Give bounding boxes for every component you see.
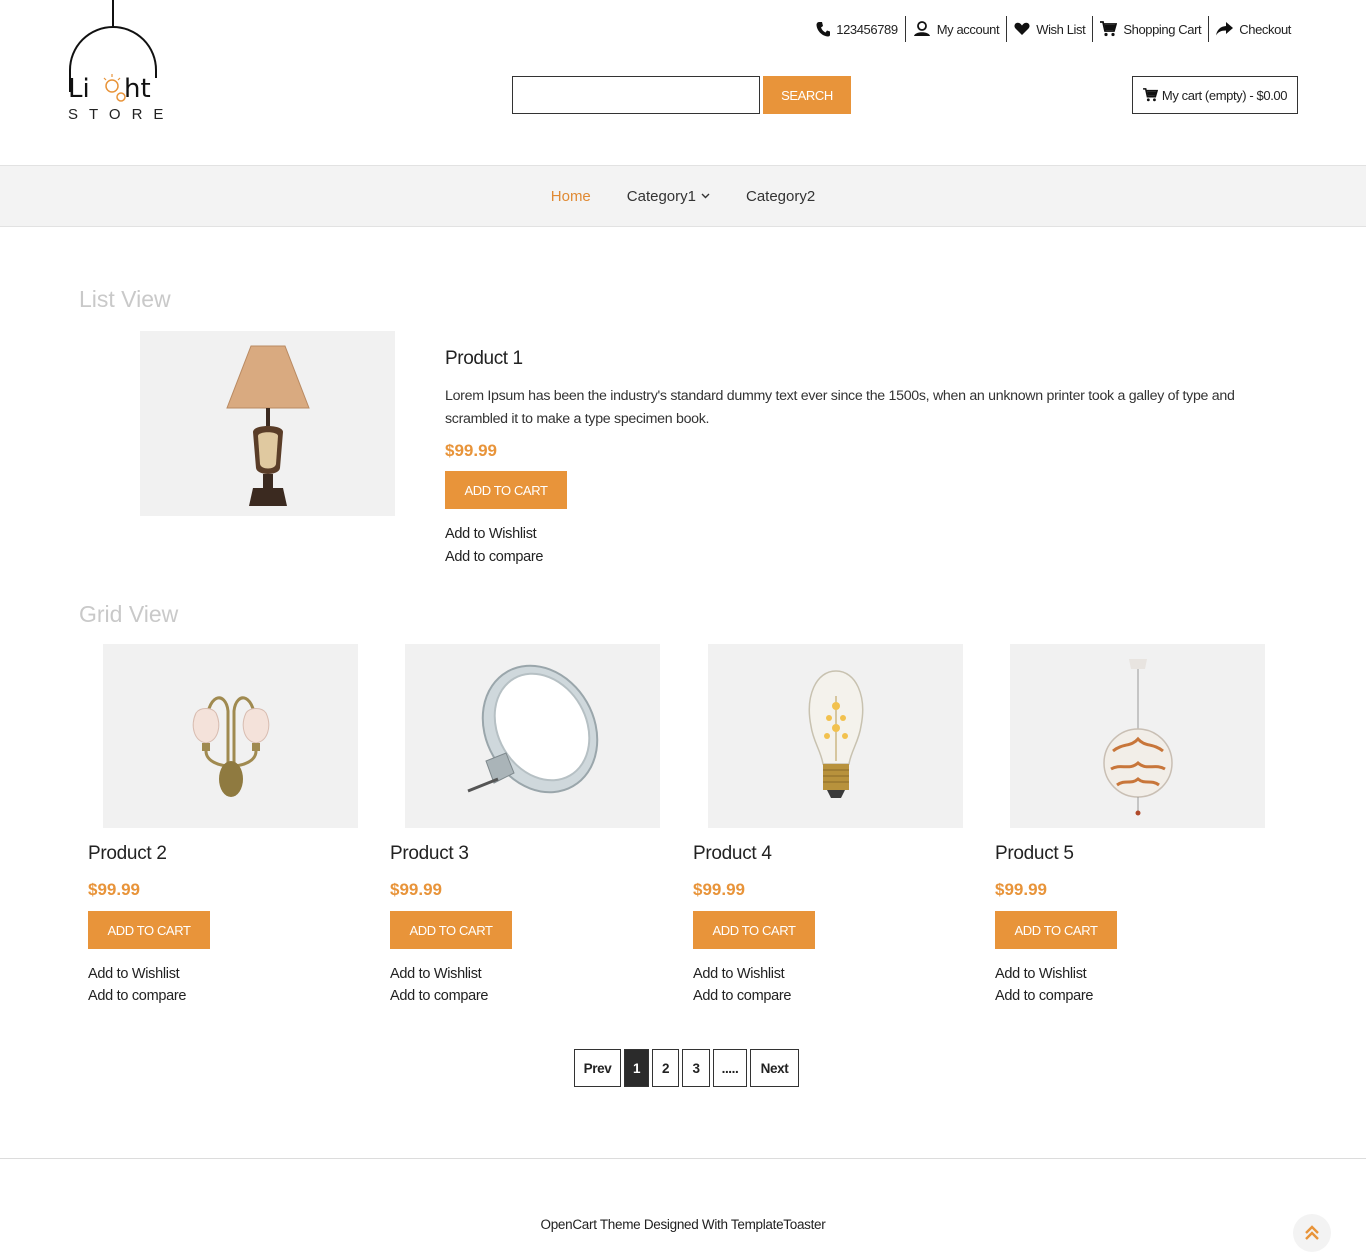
search-bar: SEARCH [512,76,851,114]
product-2-price: $99.99 [88,880,140,899]
search-button[interactable]: SEARCH [763,76,851,114]
user-icon [913,21,930,36]
product-1-image[interactable] [140,331,395,516]
product-1-add-to-cart-button[interactable]: ADD TO CART [445,471,567,509]
share-arrow-icon [1216,22,1234,36]
nav-item-label: Category1 [626,187,696,205]
svg-text:ht: ht [124,74,151,104]
footer-divider [0,1158,1366,1159]
product-5-image[interactable] [1010,644,1265,828]
product-3-add-to-wishlist-link[interactable]: Add to Wishlist [390,966,482,982]
product-3-add-to-compare-link[interactable]: Add to compare [390,988,488,1004]
shopping-cart-label: Shopping Cart [1123,21,1202,37]
header-links: 123456789 My account Wish List Shopping … [809,16,1298,42]
grid-view-title: Grid View [79,601,179,627]
product-1-add-to-wishlist-link[interactable]: Add to Wishlist [445,526,537,542]
search-input[interactable] [512,76,760,114]
store-logo[interactable]: Li ht STORE [66,0,163,130]
product-5-add-to-cart-button[interactable]: ADD TO CART [995,911,1117,949]
wish-list-label: Wish List [1036,21,1086,37]
mini-cart-label: My cart (empty) - $0.00 [1161,87,1288,103]
product-5-price: $99.99 [995,880,1047,899]
product-5-add-to-wishlist-link[interactable]: Add to Wishlist [995,966,1087,982]
phone-icon [816,22,831,37]
nav-item-category2[interactable]: Category2 [746,188,815,205]
nav-item-home[interactable]: Home [551,188,591,205]
product-1-add-to-compare-link[interactable]: Add to compare [445,549,543,565]
product-3-add-to-cart-button[interactable]: ADD TO CART [390,911,512,949]
product-2-add-to-wishlist-link[interactable]: Add to Wishlist [88,966,180,982]
mini-cart-button[interactable]: My cart (empty) - $0.00 [1132,76,1298,114]
heart-icon [1014,22,1030,35]
list-view-title: List View [79,286,171,312]
pagination-page-2[interactable]: 2 [652,1049,679,1087]
product-1-name[interactable]: Product 1 [445,348,523,370]
wall-sconce-image [192,696,269,797]
cart-icon [1142,88,1158,102]
product-2-add-to-cart-button[interactable]: ADD TO CART [88,911,210,949]
product-4-add-to-compare-link[interactable]: Add to compare [693,988,791,1004]
pagination-next-button[interactable]: Next [750,1049,799,1087]
table-lamp-image [225,345,310,506]
product-1-price: $99.99 [445,441,497,460]
my-account-link[interactable]: My account [904,16,1006,42]
svg-text:Li: Li [68,74,90,104]
nav-item-label: Home [550,187,591,205]
cart-icon [1100,21,1118,37]
product-4-name[interactable]: Product 4 [693,843,772,865]
phone-label: 123456789 [836,21,898,37]
edison-bulb-image [808,670,863,798]
my-account-label: My account [936,21,1000,37]
pagination-page-1[interactable]: 1 [624,1049,649,1087]
product-4-price: $99.99 [693,880,745,899]
pagination-page-3[interactable]: 3 [682,1049,710,1087]
nav-item-label: Category2 [746,187,816,205]
phone-link[interactable]: 123456789 [809,16,904,42]
logo-subtext: STORE [68,106,175,123]
product-3-price: $99.99 [390,880,442,899]
wish-list-link[interactable]: Wish List [1006,16,1092,42]
product-2-add-to-compare-link[interactable]: Add to compare [88,988,186,1004]
double-chevron-up-icon [1305,1225,1319,1240]
chevron-down-icon [701,193,710,199]
scroll-to-top-button[interactable] [1293,1214,1331,1252]
product-3-image[interactable] [405,644,660,828]
led-panel-image [466,664,598,794]
product-2-image[interactable] [103,644,358,828]
nav-item-category1[interactable]: Category1 [627,188,710,205]
product-3-name[interactable]: Product 3 [390,843,469,865]
pagination-ellipsis[interactable]: ..... [713,1049,747,1087]
pendant-lamp-image [1102,659,1173,816]
product-4-add-to-cart-button[interactable]: ADD TO CART [693,911,815,949]
product-4-image[interactable] [708,644,963,828]
pagination: Prev 1 2 3 ..... Next [574,1049,799,1087]
product-5-name[interactable]: Product 5 [995,843,1074,865]
product-2-name[interactable]: Product 2 [88,843,167,865]
product-1-description: Lorem Ipsum has been the industry's stan… [445,388,1235,427]
checkout-label: Checkout [1239,21,1291,37]
product-4-add-to-wishlist-link[interactable]: Add to Wishlist [693,966,785,982]
footer-credit[interactable]: OpenCart Theme Designed With TemplateToa… [0,1217,1366,1232]
product-5-add-to-compare-link[interactable]: Add to compare [995,988,1093,1004]
shopping-cart-link[interactable]: Shopping Cart [1092,16,1208,42]
main-nav: Home Category1 Category2 [0,165,1366,227]
checkout-link[interactable]: Checkout [1208,16,1298,42]
pagination-prev-button[interactable]: Prev [574,1049,621,1087]
